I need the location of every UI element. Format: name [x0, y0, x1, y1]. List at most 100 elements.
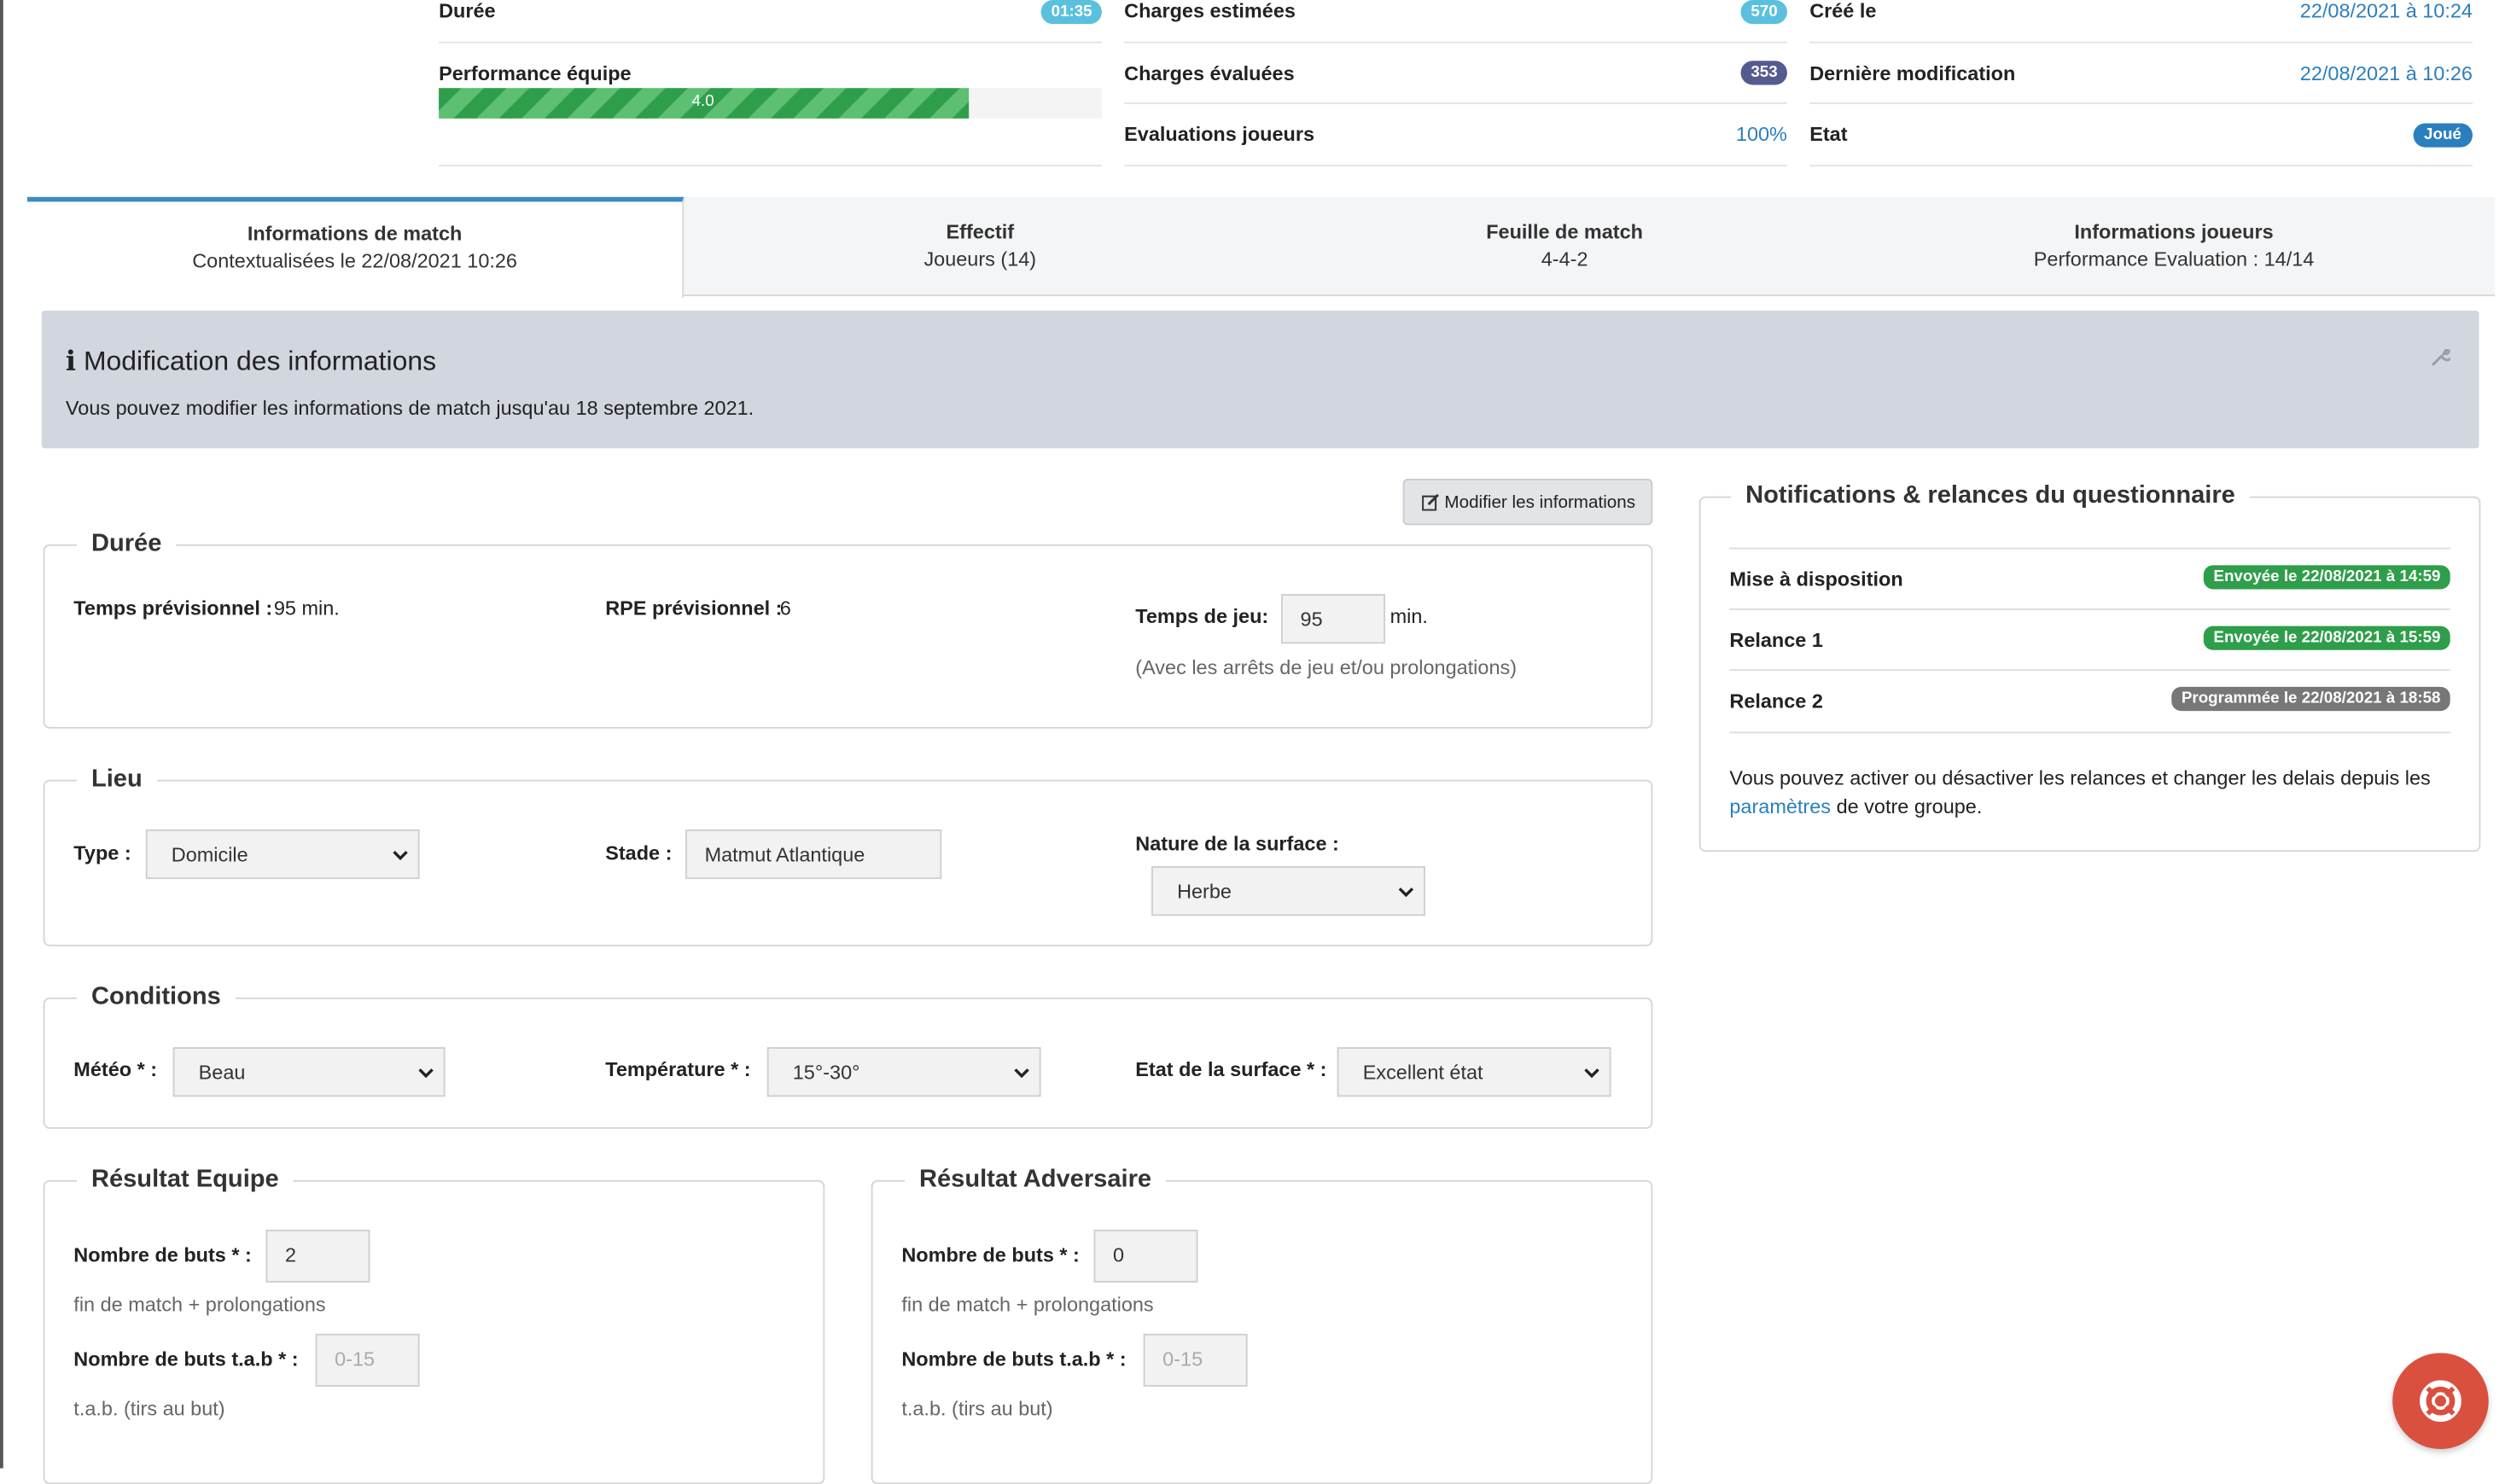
- type-label: Type :: [73, 841, 131, 865]
- surface-label: Nature de la surface :: [1135, 832, 1339, 855]
- charges-estimees-label: Charges estimées: [1124, 0, 1296, 23]
- charges-evaluees-label: Charges évaluées: [1124, 62, 1295, 85]
- tab-title: Feuille de match: [1486, 220, 1644, 244]
- modify-info-label: Modifier les informations: [1444, 492, 1636, 513]
- cree-le-value: 22/08/2021 à 10:24: [2299, 0, 2473, 23]
- duree-label: Durée: [439, 0, 496, 23]
- temps-jeu-help: (Avec les arrêts de jeu et/ou prolongati…: [1135, 656, 1518, 679]
- opp-buts-label: Nombre de buts * :: [901, 1243, 1080, 1267]
- info-icon: i: [65, 346, 77, 378]
- etat-label: Etat: [1809, 123, 1848, 146]
- alert-text: Vous pouvez modifier les informations de…: [65, 397, 754, 420]
- tab-feuille-de-match[interactable]: Feuille de match 4-4-2: [1276, 197, 1852, 294]
- duree-badge: 01:35: [1041, 0, 1102, 25]
- lieu-legend: Lieu: [77, 765, 157, 794]
- notification-status-badge: Envoyée le 22/08/2021 à 15:59: [2204, 626, 2450, 650]
- tab-subtitle: Contextualisées le 22/08/2021 10:26: [192, 249, 517, 272]
- fieldset-resultat-adversaire: Résultat Adversaire Nombre de buts * : 0…: [871, 1165, 1653, 1484]
- performance-progress-bar: 4.0: [439, 88, 1102, 119]
- lifebuoy-icon: [2420, 1380, 2461, 1423]
- summary-evaluations: Evaluations joueurs 100%: [1124, 104, 1787, 167]
- fieldset-lieu: Lieu Type : Domicile Stade : Matmut Atla…: [43, 765, 1653, 946]
- summary-charges-evaluees: Charges évaluées 353: [1124, 44, 1787, 104]
- evaluations-value: 100%: [1735, 123, 1787, 146]
- derniere-modif-label: Dernière modification: [1809, 62, 2016, 85]
- etat-surface-selected: Excellent état: [1362, 1061, 1483, 1085]
- summary-charges-estimees: Charges estimées 570: [1124, 0, 1787, 44]
- tab-title: Informations joueurs: [2074, 220, 2274, 244]
- tab-subtitle: Performance Evaluation : 14/14: [2033, 247, 2315, 271]
- fieldset-duree: Durée Temps prévisionnel : 95 min. RPE p…: [43, 530, 1653, 729]
- team-tab-help: t.a.b. (tirs au but): [73, 1397, 225, 1421]
- summary-duree: Durée 01:35: [439, 0, 1102, 44]
- notifications-panel: Notifications & relances du questionnair…: [1698, 481, 2481, 853]
- type-select[interactable]: Domicile: [145, 829, 420, 880]
- stade-label: Stade :: [605, 841, 673, 865]
- help-button[interactable]: [2392, 1353, 2489, 1450]
- notifications-legend: Notifications & relances du questionnair…: [1731, 481, 2250, 511]
- surface-select[interactable]: Herbe: [1151, 866, 1425, 917]
- rpe-value: 6: [779, 597, 791, 620]
- match-tabs: Informations de match Contextualisées le…: [26, 196, 2496, 298]
- duree-legend: Durée: [77, 530, 177, 559]
- charges-evaluees-badge: 353: [1741, 61, 1787, 85]
- chevron-down-icon: [1398, 882, 1414, 905]
- notifications-help-text: Vous pouvez activer ou désactiver les re…: [1729, 764, 2450, 822]
- notification-row: Relance 1 Envoyée le 22/08/2021 à 15:59: [1729, 608, 2450, 671]
- team-tab-input[interactable]: 0-15: [315, 1333, 420, 1387]
- tab-subtitle: 4-4-2: [1541, 247, 1588, 271]
- rpe-label: RPE prévisionnel :: [605, 597, 783, 620]
- chevron-down-icon: [393, 846, 409, 868]
- team-buts-label: Nombre de buts * :: [73, 1243, 252, 1267]
- fieldset-conditions: Conditions Météo * : Beau Température * …: [43, 983, 1653, 1129]
- temps-jeu-input[interactable]: 95: [1281, 594, 1385, 644]
- modify-info-button[interactable]: Modifier les informations: [1402, 479, 1653, 526]
- notification-label: Mise à disposition: [1729, 568, 1903, 591]
- opp-buts-input[interactable]: 0: [1093, 1229, 1198, 1283]
- evaluations-label: Evaluations joueurs: [1124, 123, 1315, 146]
- summary-derniere-modif: Dernière modification 22/08/2021 à 10:26: [1809, 44, 2473, 104]
- team-buts-input[interactable]: 2: [265, 1229, 370, 1283]
- summary-etat: Etat Joué: [1809, 104, 2473, 167]
- conditions-legend: Conditions: [77, 983, 236, 1012]
- notifications-text-after: de votre groupe.: [1836, 795, 1983, 818]
- temps-prev-value: 95 min.: [273, 597, 340, 620]
- edit-icon: [1422, 493, 1440, 515]
- opp-tab-help: t.a.b. (tirs au but): [901, 1397, 1053, 1421]
- meteo-selected: Beau: [198, 1061, 246, 1085]
- summary-cree-le: Créé le 22/08/2021 à 10:24: [1809, 0, 2473, 44]
- meteo-select[interactable]: Beau: [172, 1047, 446, 1097]
- tab-title: Effectif: [946, 220, 1015, 244]
- meteo-label: Météo * :: [73, 1058, 158, 1081]
- tab-informations-joueurs[interactable]: Informations joueurs Performance Evaluat…: [1853, 197, 2495, 294]
- etat-badge: Joué: [2412, 123, 2473, 148]
- etat-surface-label: Etat de la surface * :: [1135, 1058, 1327, 1081]
- performance-progress-fill: 4.0: [439, 88, 970, 119]
- temps-jeu-label: Temps de jeu:: [1135, 605, 1269, 628]
- wrench-icon[interactable]: [2431, 346, 2454, 375]
- notification-status-badge: Programmée le 22/08/2021 à 18:58: [2171, 686, 2450, 712]
- stade-input[interactable]: Matmut Atlantique: [685, 829, 942, 880]
- chevron-down-icon: [418, 1063, 434, 1085]
- tab-effectif[interactable]: Effectif Joueurs (14): [684, 197, 1276, 294]
- chevron-down-icon: [1014, 1063, 1030, 1085]
- temps-prev-label: Temps prévisionnel :: [73, 597, 273, 620]
- tab-informations-de-match[interactable]: Informations de match Contextualisées le…: [26, 196, 685, 298]
- fieldset-resultat-equipe: Résultat Equipe Nombre de buts * : 2 fin…: [43, 1165, 825, 1484]
- opp-tab-input[interactable]: 0-15: [1143, 1333, 1248, 1387]
- notification-label: Relance 2: [1729, 690, 1823, 713]
- etat-surface-select[interactable]: Excellent état: [1337, 1047, 1611, 1097]
- alert-title: i Modification des informations: [66, 346, 436, 378]
- charges-estimees-badge: 570: [1741, 0, 1787, 25]
- notifications-text-before: Vous pouvez activer ou désactiver les re…: [1729, 766, 2431, 790]
- parametres-link[interactable]: paramètres: [1729, 796, 1831, 818]
- performance-value: 4.0: [691, 92, 714, 111]
- temperature-selected: 15°-30°: [792, 1061, 860, 1085]
- notification-label: Relance 1: [1729, 629, 1823, 652]
- tab-title: Informations de match: [247, 222, 463, 246]
- tab-subtitle: Joueurs (14): [923, 247, 1037, 271]
- info-alert: i Modification des informations Vous pou…: [41, 310, 2479, 449]
- summary-performance: Performance équipe 4.0: [439, 61, 1102, 167]
- opp-tab-label: Nombre de buts t.a.b * :: [901, 1347, 1127, 1371]
- temperature-select[interactable]: 15°-30°: [766, 1047, 1041, 1097]
